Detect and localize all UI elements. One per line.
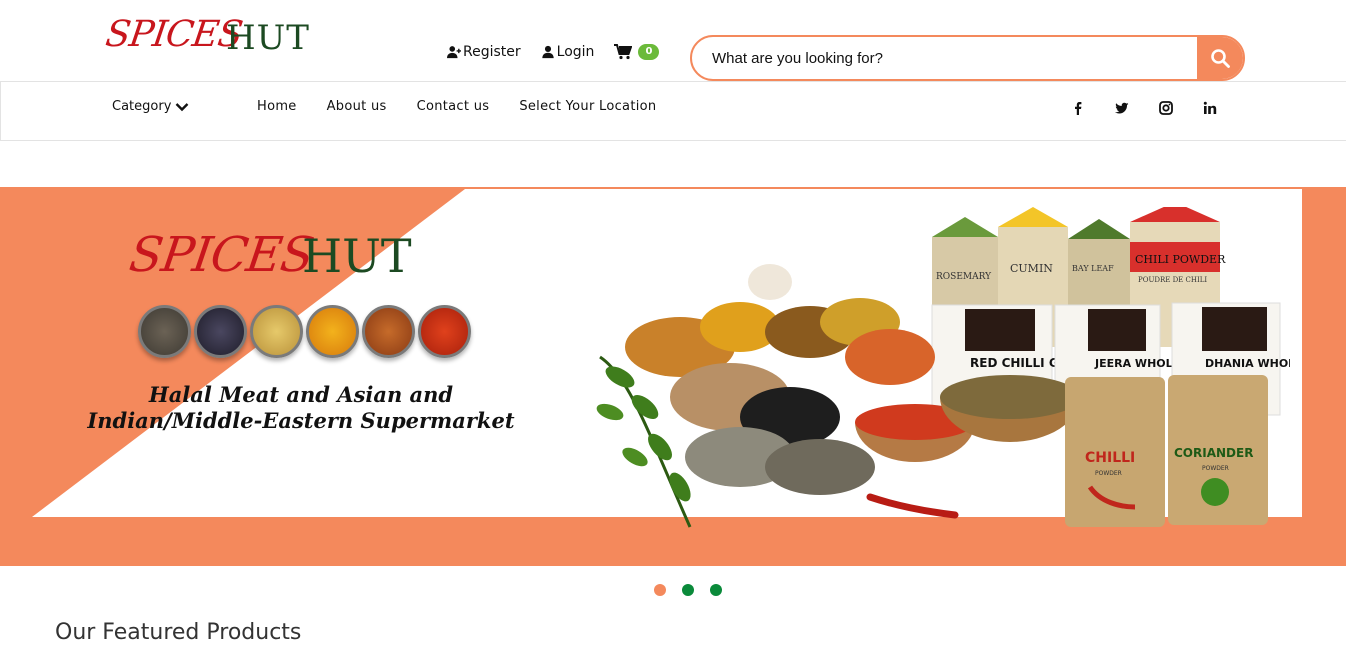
account-links: Register Login 0	[447, 44, 660, 60]
main-navbar: Category Home About us Contact us Select…	[0, 81, 1346, 141]
spice-bowl-image	[362, 305, 415, 358]
chevron-down-icon	[176, 102, 189, 111]
hero-banner[interactable]: SPICES HUT Halal Meat and Asian and Indi…	[0, 187, 1346, 566]
login-link[interactable]: Login	[541, 44, 595, 60]
cart-button[interactable]: 0	[614, 44, 660, 60]
nav-home[interactable]: Home	[257, 99, 297, 114]
nav-links: Home About us Contact us Select Your Loc…	[257, 99, 656, 114]
nav-select-location[interactable]: Select Your Location	[519, 99, 656, 114]
carousel-dot-2[interactable]	[682, 584, 694, 596]
packet-label: CHILLI	[1085, 450, 1135, 466]
packet-label: CHILI POWDER	[1135, 253, 1226, 266]
featured-products-title: Our Featured Products	[55, 620, 302, 645]
nav-contact-us[interactable]: Contact us	[417, 99, 490, 114]
user-icon	[541, 45, 554, 59]
spice-bowl-image	[194, 305, 247, 358]
packet-label: CORIANDER	[1174, 446, 1253, 460]
packet-label: DHANIA WHOLE	[1205, 357, 1290, 370]
carousel-indicators	[654, 584, 722, 596]
packet-label: JEERA WHOLE	[1094, 357, 1180, 370]
spice-bowls	[138, 305, 471, 358]
logo-hut-text: HUT	[226, 18, 310, 58]
instagram-icon[interactable]	[1156, 99, 1176, 117]
cart-icon	[614, 44, 633, 60]
tagline-line-1: Halal Meat and Asian and	[148, 382, 454, 407]
social-links	[1068, 99, 1220, 117]
search-bar	[690, 35, 1245, 81]
spice-bowl-image	[138, 305, 191, 358]
register-label: Register	[463, 44, 521, 60]
facebook-icon[interactable]	[1068, 99, 1088, 117]
category-label: Category	[112, 99, 172, 114]
packet-label: CUMIN	[1010, 262, 1053, 275]
register-link[interactable]: Register	[447, 44, 521, 60]
search-icon	[1211, 49, 1230, 68]
twitter-icon[interactable]	[1112, 99, 1132, 117]
search-button[interactable]	[1197, 37, 1243, 79]
login-label: Login	[556, 44, 595, 60]
category-dropdown[interactable]: Category	[112, 99, 189, 114]
banner-tagline: Halal Meat and Asian and Indian/Middle-E…	[36, 382, 566, 434]
banner-logo-hut-text: HUT	[302, 229, 412, 283]
spice-bowl-image	[418, 305, 471, 358]
carousel-dot-1[interactable]	[654, 584, 666, 596]
logo-spices-text: SPICES	[103, 14, 245, 55]
spices-product-image: ROSEMARY CUMIN BAY LEAF CHILI POWDER POU…	[596, 207, 1290, 528]
packet-label: BAY LEAF	[1072, 264, 1114, 273]
linkedin-icon[interactable]	[1200, 99, 1220, 117]
packet-label: POWDER	[1095, 470, 1122, 477]
spice-bowl-image	[250, 305, 303, 358]
user-plus-icon	[447, 46, 461, 59]
packet-label: POWDER	[1202, 465, 1229, 472]
packet-label: ROSEMARY	[936, 272, 992, 282]
packet-label: POUDRE DE CHILI	[1138, 276, 1207, 284]
carousel-dot-3[interactable]	[710, 584, 722, 596]
spice-bowl-image	[306, 305, 359, 358]
cart-count-badge: 0	[638, 44, 660, 60]
banner-logo-spices-text: SPICES	[126, 227, 317, 283]
search-input[interactable]	[692, 37, 1197, 79]
site-logo[interactable]: SPICES HUT	[103, 14, 312, 68]
nav-about-us[interactable]: About us	[327, 99, 387, 114]
tagline-line-2: Indian/Middle-Eastern Supermarket	[87, 408, 515, 433]
